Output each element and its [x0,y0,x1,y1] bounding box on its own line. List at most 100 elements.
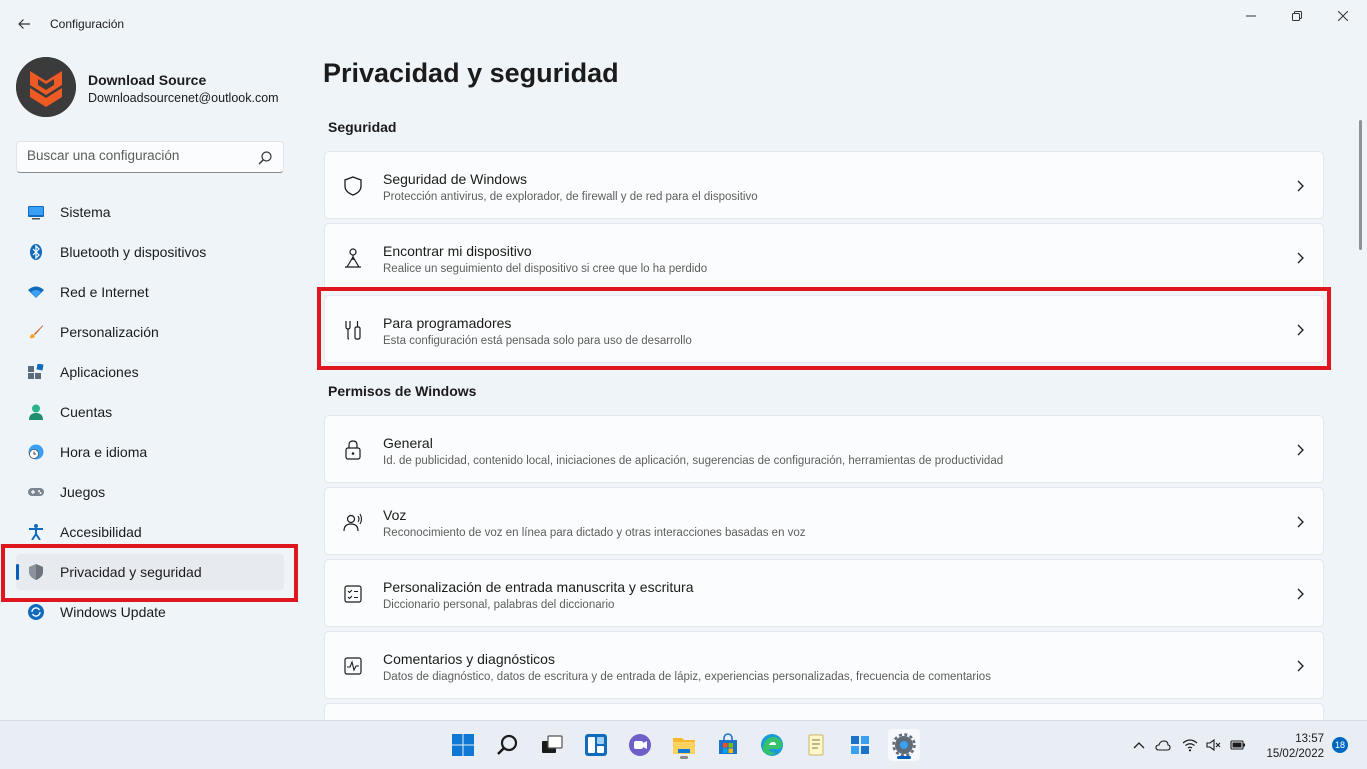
developer-tools-icon [345,321,361,340]
chevron-up-icon[interactable] [1131,737,1147,753]
sidebar-item-label: Privacidad y seguridad [60,564,202,580]
volume-muted-icon[interactable] [1206,737,1222,753]
lock-icon [345,440,361,460]
clock-time: 13:57 [1295,733,1324,745]
sidebar-item-label: Personalización [60,324,159,340]
search-box[interactable] [16,141,284,173]
chevron-right-icon [1297,324,1304,336]
notepad-button[interactable] [800,729,832,761]
scrollbar[interactable] [1359,120,1362,250]
back-arrow-icon [18,19,30,29]
download-source-logo-icon [16,57,76,117]
task-view-button[interactable] [536,729,568,761]
sidebar-item-windows-update[interactable]: Windows Update [16,594,284,630]
chat-button[interactable] [624,729,656,761]
sidebar-item-hora[interactable]: Hora e idioma [16,434,284,470]
sidebar-item-label: Hora e idioma [60,444,148,460]
start-button[interactable] [447,729,479,761]
widgets-icon [585,734,607,756]
card-title: Voz [383,507,407,523]
search-input[interactable] [27,148,247,163]
clock-date: 15/02/2022 [1266,748,1324,760]
avatar [16,57,76,117]
chevron-right-icon [1297,516,1304,528]
chevron-right-icon [1297,660,1304,672]
person-icon [29,404,43,420]
taskbar-search-button[interactable] [492,729,524,761]
card-partial[interactable] [324,703,1324,720]
wifi-tray-icon[interactable] [1182,737,1198,753]
card-title: Encontrar mi dispositivo [383,243,532,259]
sidebar-item-sistema[interactable]: Sistema [16,194,284,230]
file-explorer-button[interactable] [668,729,700,761]
settings-button[interactable] [888,729,920,761]
teams-chat-icon [629,734,651,756]
gamepad-icon [28,488,44,496]
card-subtitle: Id. de publicidad, contenido local, inic… [383,455,1004,467]
profile-name: Download Source [88,72,207,88]
store-button[interactable] [712,729,744,761]
sidebar-nav: Sistema Bluetooth y dispositivos Red e I… [16,194,284,634]
notification-badge[interactable]: 18 [1332,737,1348,753]
battery-icon[interactable] [1230,737,1246,753]
active-app-indicator [897,756,911,759]
card-subtitle: Esta configuración está pensada solo par… [383,335,692,347]
sidebar-item-red[interactable]: Red e Internet [16,274,284,310]
search-icon [497,734,518,755]
card-general[interactable]: General Id. de publicidad, contenido loc… [324,415,1324,483]
sidebar-item-cuentas[interactable]: Cuentas [16,394,284,430]
card-title: Seguridad de Windows [383,171,527,187]
sidebar-item-label: Aplicaciones [60,364,139,380]
profile[interactable]: Download Source Downloadsourcenet@outloo… [16,57,296,117]
search-icon[interactable] [257,150,273,166]
notepad-icon [808,734,824,756]
sidebar-item-privacidad[interactable]: Privacidad y seguridad [16,554,284,590]
edge-button[interactable] [756,729,788,761]
sidebar-item-label: Bluetooth y dispositivos [60,244,207,260]
shield-icon [29,564,43,580]
card-title: Personalización de entrada manuscrita y … [383,579,694,595]
restore-button[interactable] [1274,0,1320,32]
accessibility-icon [29,524,43,540]
sidebar-item-accesibilidad[interactable]: Accesibilidad [16,514,284,550]
onedrive-cloud-icon[interactable] [1155,737,1171,753]
card-seguridad-windows[interactable]: Seguridad de Windows Protección antiviru… [324,151,1324,219]
store-icon [719,733,737,754]
update-icon [28,604,44,620]
pulse-icon [344,657,362,675]
chevron-right-icon [1297,444,1304,456]
card-encontrar-dispositivo[interactable]: Encontrar mi dispositivo Realice un segu… [324,223,1324,291]
close-button[interactable] [1320,0,1366,32]
sidebar-item-juegos[interactable]: Juegos [16,474,284,510]
back-button[interactable] [10,10,38,38]
title-bar: Configuración [0,0,1367,48]
section-title-permisos: Permisos de Windows [328,383,477,399]
widgets-button[interactable] [580,729,612,761]
card-subtitle: Protección antivirus, de explorador, de … [383,191,758,203]
shield-outline-icon [344,176,362,196]
bluetooth-icon [30,244,42,260]
sidebar-item-personalizacion[interactable]: Personalización [16,314,284,350]
card-voz[interactable]: Voz Reconocimiento de voz en línea para … [324,487,1324,555]
card-subtitle: Reconocimiento de voz en línea para dict… [383,527,806,539]
minimize-button[interactable] [1228,0,1274,32]
task-view-icon [542,735,563,753]
file-explorer-icon [673,738,695,754]
card-subtitle: Diccionario personal, palabras del dicci… [383,599,615,611]
card-comentarios-diagnosticos[interactable]: Comentarios y diagnósticos Datos de diag… [324,631,1324,699]
card-para-programadores[interactable]: Para programadores Esta configuración es… [324,295,1324,363]
brush-icon [30,325,43,339]
app-icon [851,736,869,754]
minimize-icon [1246,15,1256,17]
sidebar-item-bluetooth[interactable]: Bluetooth y dispositivos [16,234,284,270]
edge-icon [761,734,783,756]
location-person-icon [345,248,361,268]
app-button[interactable] [844,729,876,761]
restore-icon [1292,11,1302,21]
monitor-icon [28,206,44,220]
section-title-seguridad: Seguridad [328,119,397,135]
sidebar-item-aplicaciones[interactable]: Aplicaciones [16,354,284,390]
card-title: General [383,435,433,451]
card-entrada-manuscrita[interactable]: Personalización de entrada manuscrita y … [324,559,1324,627]
clock[interactable]: 13:57 15/02/2022 [1262,732,1324,762]
